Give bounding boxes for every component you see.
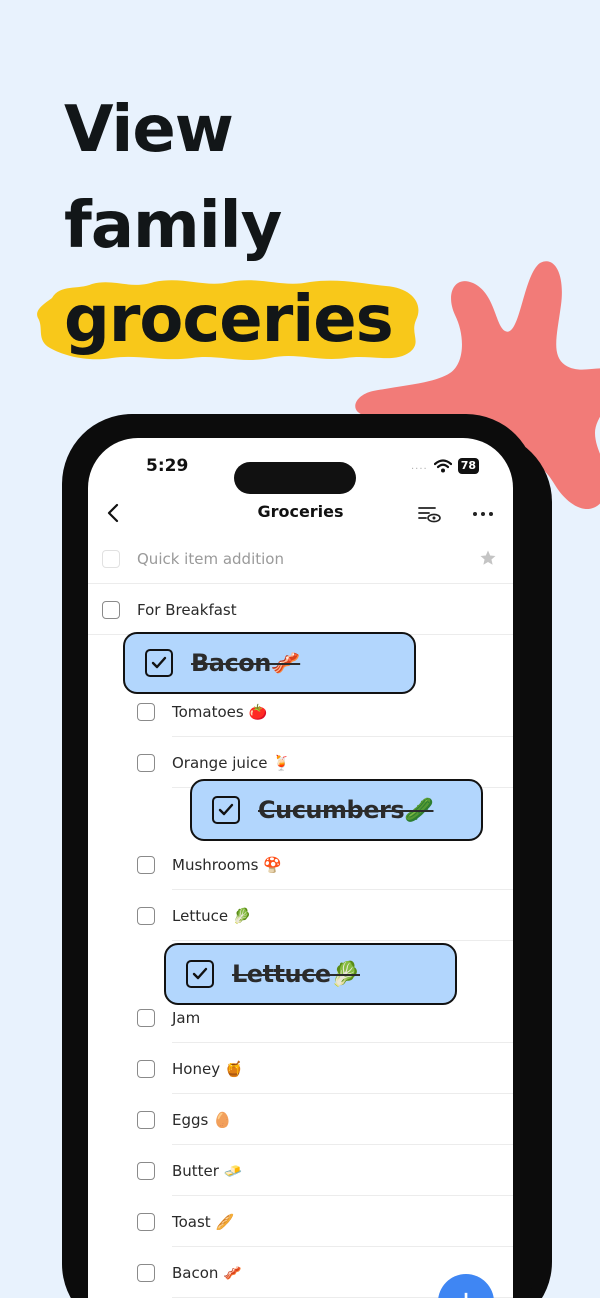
more-button[interactable] [469, 500, 497, 528]
list-item[interactable]: Toast 🥖 [88, 1196, 513, 1247]
item-checkbox[interactable] [137, 1059, 155, 1078]
headline-line-3: groceries [64, 283, 394, 357]
row-divider [172, 940, 513, 941]
item-label: Bacon 🥓 [172, 1263, 242, 1282]
group-row-breakfast[interactable]: For Breakfast [88, 584, 513, 635]
plus-icon: + [453, 1283, 480, 1298]
list-item[interactable]: Lettuce 🥬 [88, 890, 513, 941]
check-icon [218, 803, 234, 816]
item-checkbox[interactable] [137, 753, 155, 772]
phone-screen: 5:29 .... 78 Groceries Quick item additi… [88, 438, 513, 1298]
item-label: Butter 🧈 [172, 1161, 243, 1180]
item-label: Honey 🍯 [172, 1059, 244, 1078]
quick-add-row[interactable]: Quick item addition [88, 533, 513, 584]
item-checkbox[interactable] [137, 855, 155, 874]
headline-line-1: View [64, 93, 234, 167]
group-checkbox[interactable] [102, 600, 120, 619]
item-label: Eggs 🥚 [172, 1110, 232, 1129]
signal-icon: .... [410, 460, 428, 472]
filter-view-button[interactable] [415, 500, 443, 528]
check-icon [192, 967, 208, 980]
wifi-icon [433, 459, 452, 473]
list-item[interactable]: Eggs 🥚 [88, 1094, 513, 1145]
status-icons: .... 78 [411, 458, 479, 474]
completed-item-card[interactable]: Lettuce🥬 [164, 943, 457, 1005]
item-checkbox[interactable] [137, 906, 155, 925]
list-item[interactable]: Butter 🧈 [88, 1145, 513, 1196]
headline-line-2: family [64, 189, 282, 263]
completed-item-label: Cucumbers🥒 [258, 796, 434, 824]
completed-item-card[interactable]: Cucumbers🥒 [190, 779, 483, 841]
quick-add-input[interactable]: Quick item addition [137, 550, 284, 568]
completed-item-label: Bacon🥓 [191, 649, 301, 677]
item-label: Tomatoes 🍅 [172, 702, 268, 721]
star-icon[interactable] [479, 549, 497, 567]
item-checkbox-checked[interactable] [212, 796, 240, 824]
item-checkbox[interactable] [137, 1161, 155, 1180]
list-item[interactable]: Honey 🍯 [88, 1043, 513, 1094]
battery-indicator: 78 [457, 458, 479, 474]
item-checkbox-checked[interactable] [145, 649, 173, 677]
item-label: Toast 🥖 [172, 1212, 235, 1231]
completed-item-label: Lettuce🥬 [232, 960, 361, 988]
page-title: Groceries [257, 502, 344, 521]
completed-item-card[interactable]: Bacon🥓 [123, 632, 416, 694]
check-icon [151, 656, 167, 669]
group-label: For Breakfast [137, 600, 237, 619]
item-checkbox[interactable] [137, 1110, 155, 1129]
item-checkbox[interactable] [137, 1263, 155, 1282]
item-checkbox[interactable] [137, 1008, 155, 1027]
more-icon [473, 512, 493, 516]
item-checkbox-checked[interactable] [186, 960, 214, 988]
item-label: Mushrooms 🍄 [172, 855, 282, 874]
item-label: Lettuce 🥬 [172, 906, 252, 925]
item-checkbox[interactable] [137, 1212, 155, 1231]
dynamic-island [234, 462, 356, 494]
list-item[interactable]: Mushrooms 🍄 [88, 839, 513, 890]
status-time: 5:29 [146, 456, 189, 476]
item-label: Orange juice 🍹 [172, 753, 291, 772]
quick-add-checkbox [102, 549, 120, 568]
item-checkbox[interactable] [137, 702, 155, 721]
item-label: Jam [172, 1008, 201, 1027]
filter-eye-icon [418, 507, 441, 523]
